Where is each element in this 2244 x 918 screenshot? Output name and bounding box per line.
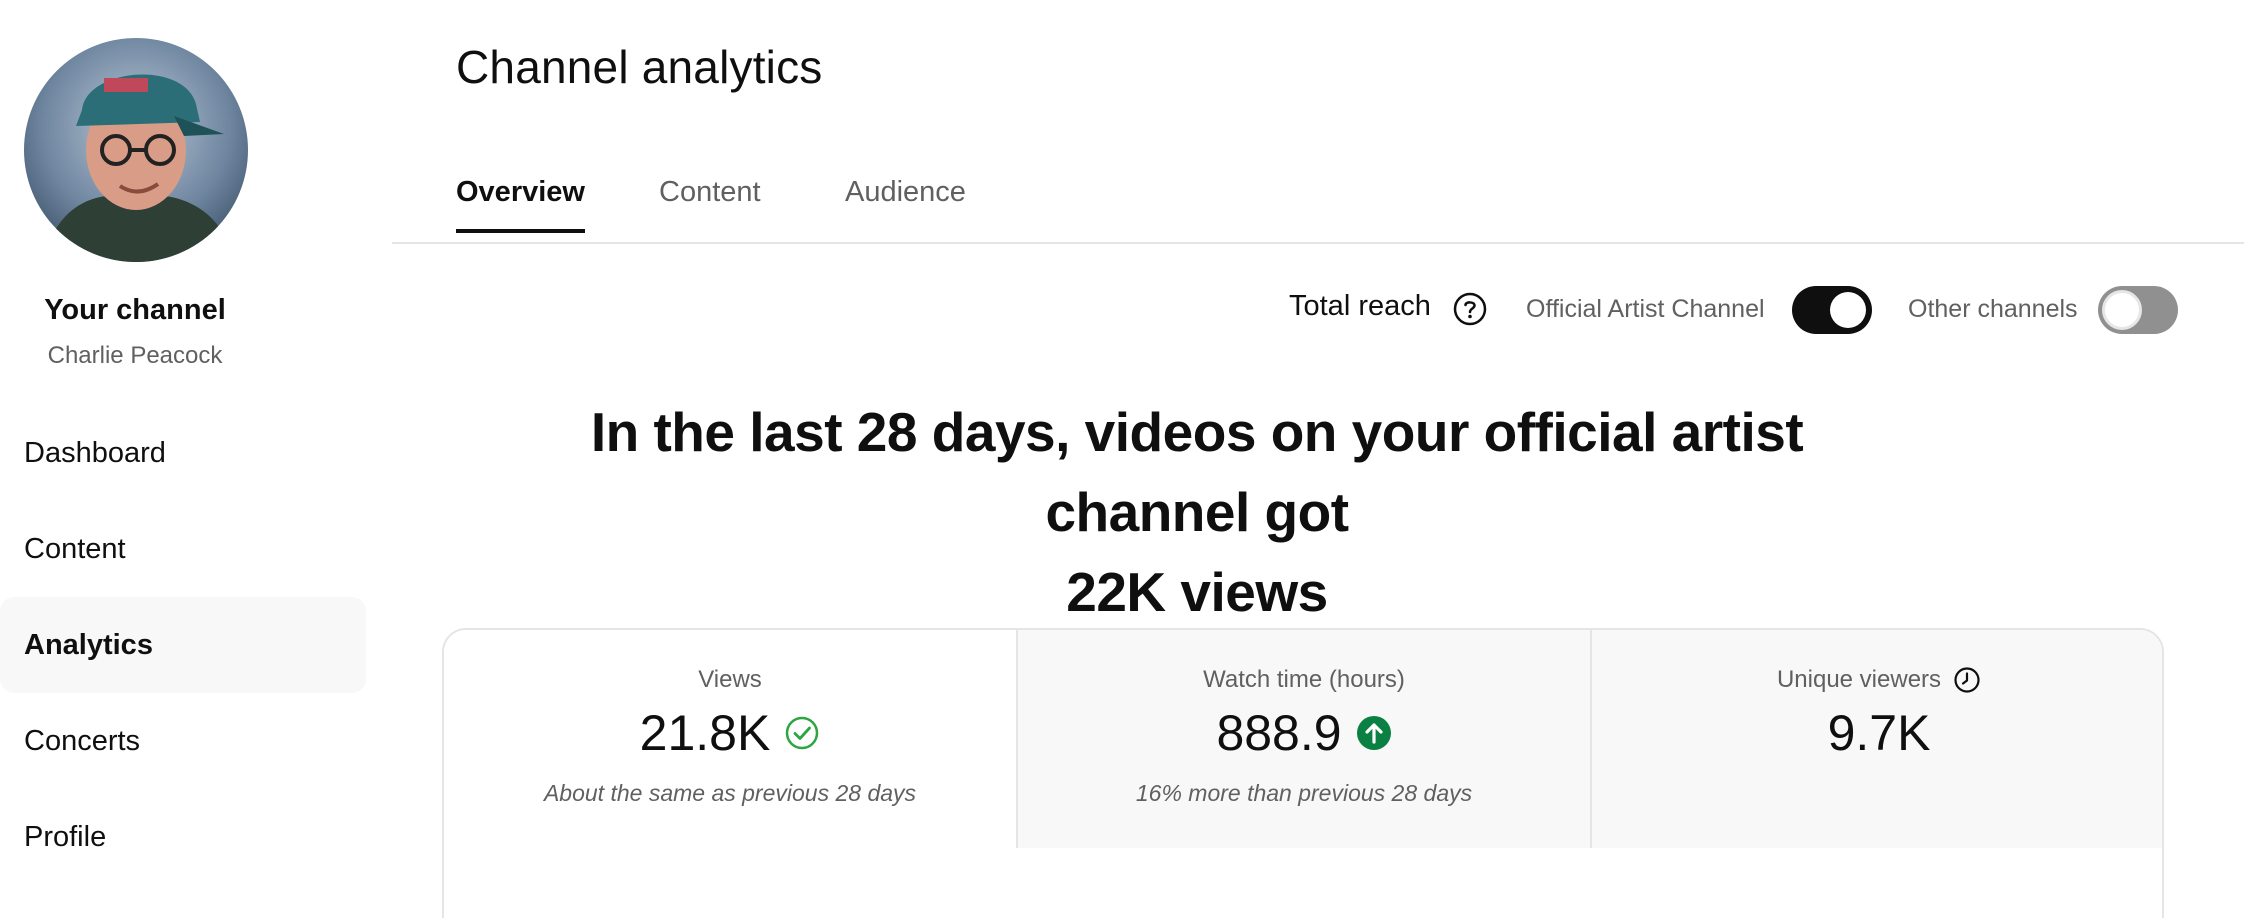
channel-avatar[interactable]: [24, 38, 248, 262]
youtube-studio-analytics: Your channel Charlie Peacock Dashboard C…: [0, 0, 2244, 918]
metric-views[interactable]: Views 21.8K About the same as previous 2…: [444, 630, 1018, 848]
official-artist-channel-label: Official Artist Channel: [1526, 295, 1765, 323]
check-circle-icon: [786, 716, 819, 750]
analytics-tabs: Overview Content Audience: [392, 158, 2244, 244]
metric-unique-viewers[interactable]: Unique viewers 9.7K: [1592, 630, 2162, 848]
toggle-knob: [1830, 292, 1866, 328]
sidebar-item-concerts[interactable]: Concerts: [0, 693, 366, 789]
metric-value: 21.8K: [639, 705, 771, 761]
clock-icon[interactable]: [1953, 666, 1981, 694]
arrow-up-circle-icon: [1356, 716, 1391, 750]
metric-label: Views: [444, 666, 1016, 694]
metric-label: Unique viewers: [1592, 666, 2162, 694]
tab-audience[interactable]: Audience: [845, 176, 966, 231]
sidebar-nav: Dashboard Content Analytics Concerts Pro…: [0, 405, 366, 885]
metric-value: 9.7K: [1827, 705, 1931, 761]
total-reach-label: Total reach: [1289, 290, 1431, 322]
official-artist-channel-toggle[interactable]: [1792, 286, 1872, 334]
toggle-knob: [2102, 290, 2142, 330]
metric-label-text: Unique viewers: [1776, 666, 1942, 693]
other-channels-toggle[interactable]: [2098, 286, 2178, 334]
avatar-image: [24, 38, 248, 262]
metric-comparison-note: 16% more than previous 28 days: [1135, 780, 1473, 806]
metric-label: Watch time (hours): [1018, 666, 1590, 694]
key-metrics-card: Views 21.8K About the same as previous 2…: [442, 628, 2164, 918]
metric-label-text: Views: [698, 666, 762, 693]
sidebar: Your channel Charlie Peacock Dashboard C…: [0, 0, 392, 918]
other-channels-label: Other channels: [1908, 295, 2078, 323]
summary-headline-line1: In the last 28 days, videos on your offi…: [590, 401, 1804, 543]
metric-label-text: Watch time (hours): [1203, 666, 1405, 693]
metric-comparison-note: About the same as previous 28 days: [543, 780, 917, 806]
summary-headline-line2: 22K views: [1066, 561, 1328, 623]
help-circle-icon[interactable]: [1452, 291, 1488, 327]
metric-value: 888.9: [1216, 705, 1342, 761]
page-title: Channel analytics: [456, 41, 823, 93]
tab-content[interactable]: Content: [659, 176, 761, 231]
metric-value-row: 888.9: [1018, 704, 1590, 762]
channel-name: Charlie Peacock: [47, 342, 223, 369]
main-content: Channel analytics Overview Content Audie…: [392, 0, 2244, 918]
your-channel-heading: Your channel: [44, 294, 226, 326]
sidebar-item-profile[interactable]: Profile: [0, 789, 366, 885]
metric-value-row: 9.7K: [1592, 704, 2162, 762]
sidebar-item-dashboard[interactable]: Dashboard: [0, 405, 366, 501]
metric-value-row: 21.8K: [444, 704, 1016, 762]
summary-headline: In the last 28 days, videos on your offi…: [512, 392, 1882, 632]
tab-overview[interactable]: Overview: [456, 176, 585, 233]
metric-watch-time[interactable]: Watch time (hours) 888.9 16% more than p…: [1018, 630, 1592, 848]
sidebar-item-content[interactable]: Content: [0, 501, 366, 597]
sidebar-item-analytics[interactable]: Analytics: [0, 597, 366, 693]
